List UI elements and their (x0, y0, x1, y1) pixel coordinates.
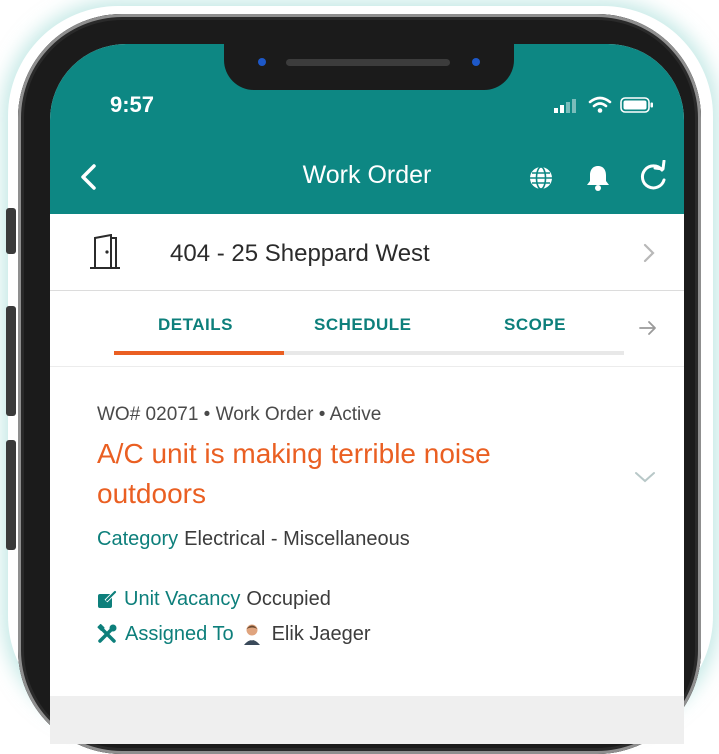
avatar (243, 624, 260, 645)
edit-square-icon (98, 590, 117, 608)
phone-screen: 9:57 Work Order 404 - 25 Sheppard West D… (50, 44, 684, 744)
location-label: 404 - 25 Sheppard West (170, 240, 430, 267)
category-label: Category (97, 528, 179, 550)
assigned-to-value: Elik Jaeger (271, 622, 371, 645)
tab-details[interactable]: DETAILS (158, 315, 233, 335)
battery-icon (620, 97, 653, 113)
phone-side-button (6, 208, 16, 254)
building-door-icon (90, 234, 120, 269)
phone-side-button (6, 440, 16, 550)
app-header: 9:57 Work Order (50, 44, 684, 214)
wifi-icon (588, 96, 612, 113)
tools-icon (97, 624, 117, 643)
bell-icon[interactable] (586, 164, 610, 192)
chevron-right-icon (643, 243, 655, 263)
tab-bar: DETAILS SCHEDULE SCOPE (50, 290, 684, 367)
category-field: Category Electrical - Miscellaneous (97, 528, 410, 551)
phone-side-button (6, 306, 16, 416)
refresh-icon[interactable] (636, 160, 670, 194)
assigned-to-field: Assigned To Elik Jaeger (97, 622, 371, 646)
section-divider (50, 696, 684, 744)
notch (224, 44, 514, 90)
chevron-down-icon[interactable] (634, 470, 656, 484)
assigned-to-label: Assigned To (125, 622, 234, 645)
unit-vacancy-field: Unit Vacancy Occupied (97, 588, 331, 611)
speaker-grille (286, 59, 450, 66)
globe-icon[interactable] (528, 165, 554, 191)
tab-schedule[interactable]: SCHEDULE (314, 315, 412, 335)
sensor-dot (472, 58, 480, 66)
unit-vacancy-value: Occupied (246, 588, 331, 610)
work-order-title: A/C unit is making terrible noise outdoo… (97, 438, 491, 509)
signal-icon (554, 99, 576, 113)
status-icons (554, 96, 654, 114)
category-value: Electrical - Miscellaneous (184, 528, 410, 550)
tab-active-indicator (114, 351, 284, 355)
arrow-right-icon[interactable] (638, 320, 658, 336)
status-time: 9:57 (110, 92, 155, 117)
work-order-meta: WO# 02071 • Work Order • Active (97, 404, 382, 425)
location-row[interactable]: 404 - 25 Sheppard West (50, 214, 684, 291)
tab-scope[interactable]: SCOPE (504, 315, 566, 335)
unit-vacancy-label: Unit Vacancy (124, 588, 241, 610)
work-order-card: WO# 02071 • Work Order • Active A/C unit… (50, 366, 684, 696)
camera-dot (258, 58, 266, 66)
